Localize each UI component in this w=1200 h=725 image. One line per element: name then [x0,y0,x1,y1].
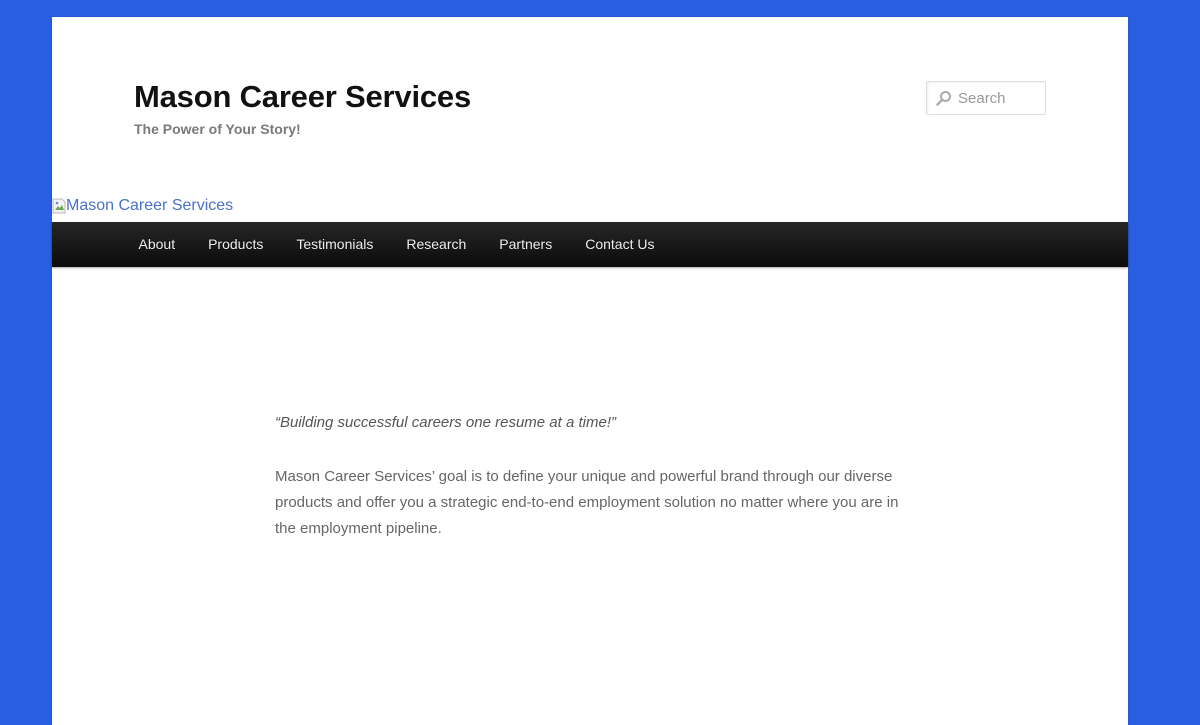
nav-item-products[interactable]: Products [192,222,280,267]
nav-menu: About Products Testimonials Research Par… [52,222,1128,267]
page-container: Mason Career Services The Power of Your … [52,17,1128,725]
broken-image-icon [52,198,66,214]
nav-item-about[interactable]: About [122,222,192,267]
nav-item-contact-us[interactable]: Contact Us [569,222,671,267]
search-input[interactable] [958,89,1042,107]
tagline-quote: “Building successful careers one resume … [275,414,616,431]
intro-paragraph: Mason Career Services’ goal is to define… [275,468,899,537]
nav-item-research[interactable]: Research [390,222,483,267]
site-title[interactable]: Mason Career Services [134,79,471,115]
nav-item-testimonials[interactable]: Testimonials [280,222,390,267]
header-image-alt-text: Mason Career Services [66,197,234,214]
site-description: The Power of Your Story! [134,121,301,137]
search-box[interactable] [926,81,1046,115]
main-content: “Building successful careers one resume … [275,410,905,542]
main-navigation: About Products Testimonials Research Par… [52,222,1128,267]
search-icon [936,91,951,106]
header-image-link[interactable]: Mason Career Services [52,197,233,215]
nav-item-partners[interactable]: Partners [483,222,569,267]
